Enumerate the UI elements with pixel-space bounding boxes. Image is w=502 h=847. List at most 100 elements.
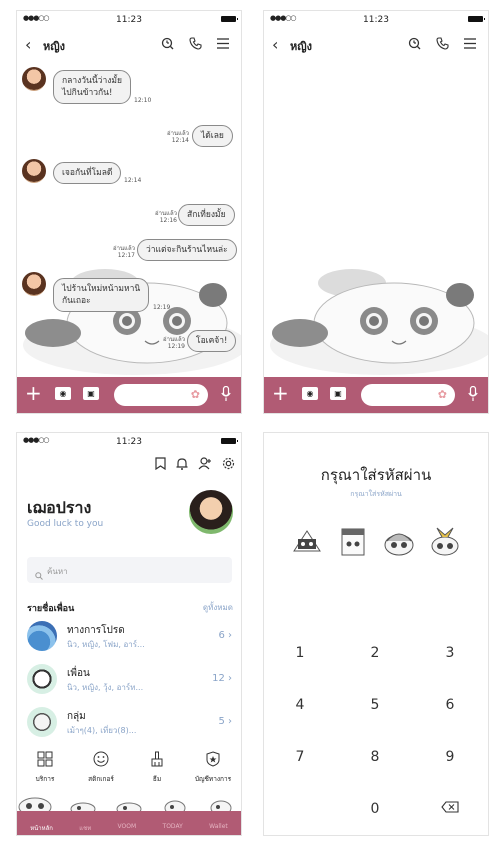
home-toolbar (155, 455, 235, 474)
group-avatar (27, 664, 57, 694)
gallery-icon[interactable]: ▣ (330, 387, 346, 400)
contact-avatar[interactable] (22, 159, 46, 183)
back-icon[interactable]: ‹ (25, 35, 31, 54)
battery-icon (221, 438, 238, 444)
services-button[interactable]: บริการ (25, 751, 65, 784)
keypad-key-2[interactable]: 2 (355, 643, 395, 663)
panda-background-image (270, 269, 488, 375)
bottom-tabs: หน้าหลัก แชท VOOM TODAY Wallet (17, 823, 241, 833)
back-icon[interactable]: ‹ (272, 35, 278, 54)
phone-icon[interactable] (185, 33, 205, 53)
camera-icon[interactable]: ◉ (55, 387, 71, 400)
official-accounts-button[interactable]: บัญชีทางการ (193, 751, 233, 784)
contact-avatar[interactable] (22, 67, 46, 91)
message-bubble[interactable]: กลางวันนี้ว่างมั้ย ไปกินข้าวกัน! (53, 70, 131, 104)
status-bar: ●●●○○ 11:23 (17, 11, 241, 29)
badge-icon (206, 751, 220, 767)
mic-icon[interactable] (221, 385, 231, 406)
message-time: 12:10 (134, 97, 152, 104)
passcode-screen: กรุณาใส่รหัสผ่าน กรุณาใส่รหัสผ่าน 1 2 3 … (263, 432, 489, 836)
group-avatar (27, 621, 57, 651)
status-time: 11:23 (116, 437, 142, 447)
see-all-link[interactable]: ดูทั้งหมด (203, 601, 233, 614)
message-input[interactable]: ✿ (361, 384, 455, 406)
passcode-dot-4 (431, 527, 459, 556)
friends-heading: รายชื่อเพื่อน (27, 604, 75, 614)
search-input[interactable]: ค้นหา (27, 557, 232, 583)
tab-wallet[interactable]: Wallet (209, 823, 228, 833)
sticker-icon[interactable]: ✿ (438, 388, 447, 401)
message-bubble[interactable]: ไปร้านใหม่หน้ามหานิ กันเถอะ (53, 278, 150, 312)
bell-icon[interactable] (176, 455, 188, 474)
passcode-dot-2 (341, 528, 365, 556)
message-bubble[interactable]: เจอกันที่โมลดี (53, 162, 122, 184)
message-input-bar: + ◉ ▣ ✿ (17, 377, 241, 413)
chat-header: ‹ หญิง (264, 29, 488, 59)
passcode-dot-3 (384, 533, 414, 556)
mic-icon[interactable] (468, 385, 478, 406)
backspace-button[interactable] (430, 799, 470, 819)
profile-status-message: Good luck to you (27, 519, 104, 529)
message-bubble[interactable]: ได้เลย (192, 125, 233, 147)
grid-icon (37, 751, 53, 767)
gear-icon[interactable] (222, 455, 235, 474)
message-input[interactable]: ✿ (114, 384, 208, 406)
smiley-icon (93, 751, 109, 767)
status-time: 11:23 (363, 15, 389, 25)
message-meta: อ่านแล้ว 12:19 (163, 336, 185, 350)
backspace-icon (441, 801, 459, 813)
search-icon (35, 565, 43, 584)
search-icon[interactable] (157, 33, 177, 53)
profile-name: เฌอปราง (27, 498, 92, 517)
group-count: 12 › (212, 673, 232, 684)
add-friend-icon[interactable] (198, 455, 212, 474)
battery-icon (468, 16, 485, 22)
plus-icon[interactable]: + (272, 383, 289, 403)
keypad-key-5[interactable]: 5 (355, 695, 395, 715)
message-bubble[interactable]: สักเที่ยงมั้ย (178, 204, 235, 226)
passcode-subtitle: กรุณาใส่รหัสผ่าน (350, 490, 402, 498)
brush-icon (151, 751, 163, 767)
stickers-button[interactable]: สติกเกอร์ (81, 751, 121, 784)
group-count: 6 › (218, 630, 232, 641)
tab-chat[interactable]: แชท (79, 823, 91, 833)
home-screen: ●●●○○ 11:23 เฌอปราง Good luck to you ค้น… (16, 432, 242, 836)
message-time: 12:14 (124, 177, 142, 184)
bookmark-icon[interactable] (155, 455, 166, 474)
contact-name: หญิง (290, 40, 312, 53)
status-time: 11:23 (116, 15, 142, 25)
message-input-bar: + ◉ ▣ ✿ (264, 377, 488, 413)
keypad-key-7[interactable]: 7 (280, 747, 320, 767)
keypad-key-6[interactable]: 6 (430, 695, 470, 715)
list-item[interactable]: กลุ่ม เม้าๆ(4), เที่ยว(8)... 5 › (27, 707, 232, 743)
keypad-key-4[interactable]: 4 (280, 695, 320, 715)
gallery-icon[interactable]: ▣ (83, 387, 99, 400)
chat-screen: ●●●○○ 11:23 ‹ หญิง กลางวันนี้ว่างมั้ย ไปก… (16, 10, 242, 414)
contact-avatar[interactable] (22, 272, 46, 296)
sticker-icon[interactable]: ✿ (191, 388, 200, 401)
search-icon[interactable] (404, 33, 424, 53)
tab-voom[interactable]: VOOM (118, 823, 137, 833)
status-bar: ●●●○○ 11:23 (264, 11, 488, 29)
keypad-key-1[interactable]: 1 (280, 643, 320, 663)
message-bubble[interactable]: ว่าแต่จะกินร้านไหนล่ะ (137, 239, 237, 261)
tab-home[interactable]: หน้าหลัก (30, 823, 53, 833)
plus-icon[interactable]: + (25, 383, 42, 403)
contact-name: หญิง (43, 40, 65, 53)
list-item[interactable]: เพื่อน นิว, หญิง, วุ้ง, อาร์ท... 12 › (27, 664, 232, 700)
message-bubble[interactable]: โอเคจ้า! (187, 330, 237, 352)
keypad-key-9[interactable]: 9 (430, 747, 470, 767)
profile-avatar[interactable] (189, 490, 233, 534)
passcode-dot-1 (293, 530, 321, 552)
keypad-key-8[interactable]: 8 (355, 747, 395, 767)
themes-button[interactable]: ธีม (137, 751, 177, 784)
tab-today[interactable]: TODAY (163, 823, 183, 833)
message-meta: อ่านแล้ว 12:17 (113, 245, 135, 259)
keypad-key-3[interactable]: 3 (430, 643, 470, 663)
menu-icon[interactable] (213, 33, 233, 53)
menu-icon[interactable] (460, 33, 480, 53)
keypad-key-0[interactable]: 0 (355, 799, 395, 819)
camera-icon[interactable]: ◉ (302, 387, 318, 400)
phone-icon[interactable] (432, 33, 452, 53)
list-item[interactable]: ทางการโปรด นิว, หญิง, โฟม, อาร์... 6 › (27, 621, 232, 657)
